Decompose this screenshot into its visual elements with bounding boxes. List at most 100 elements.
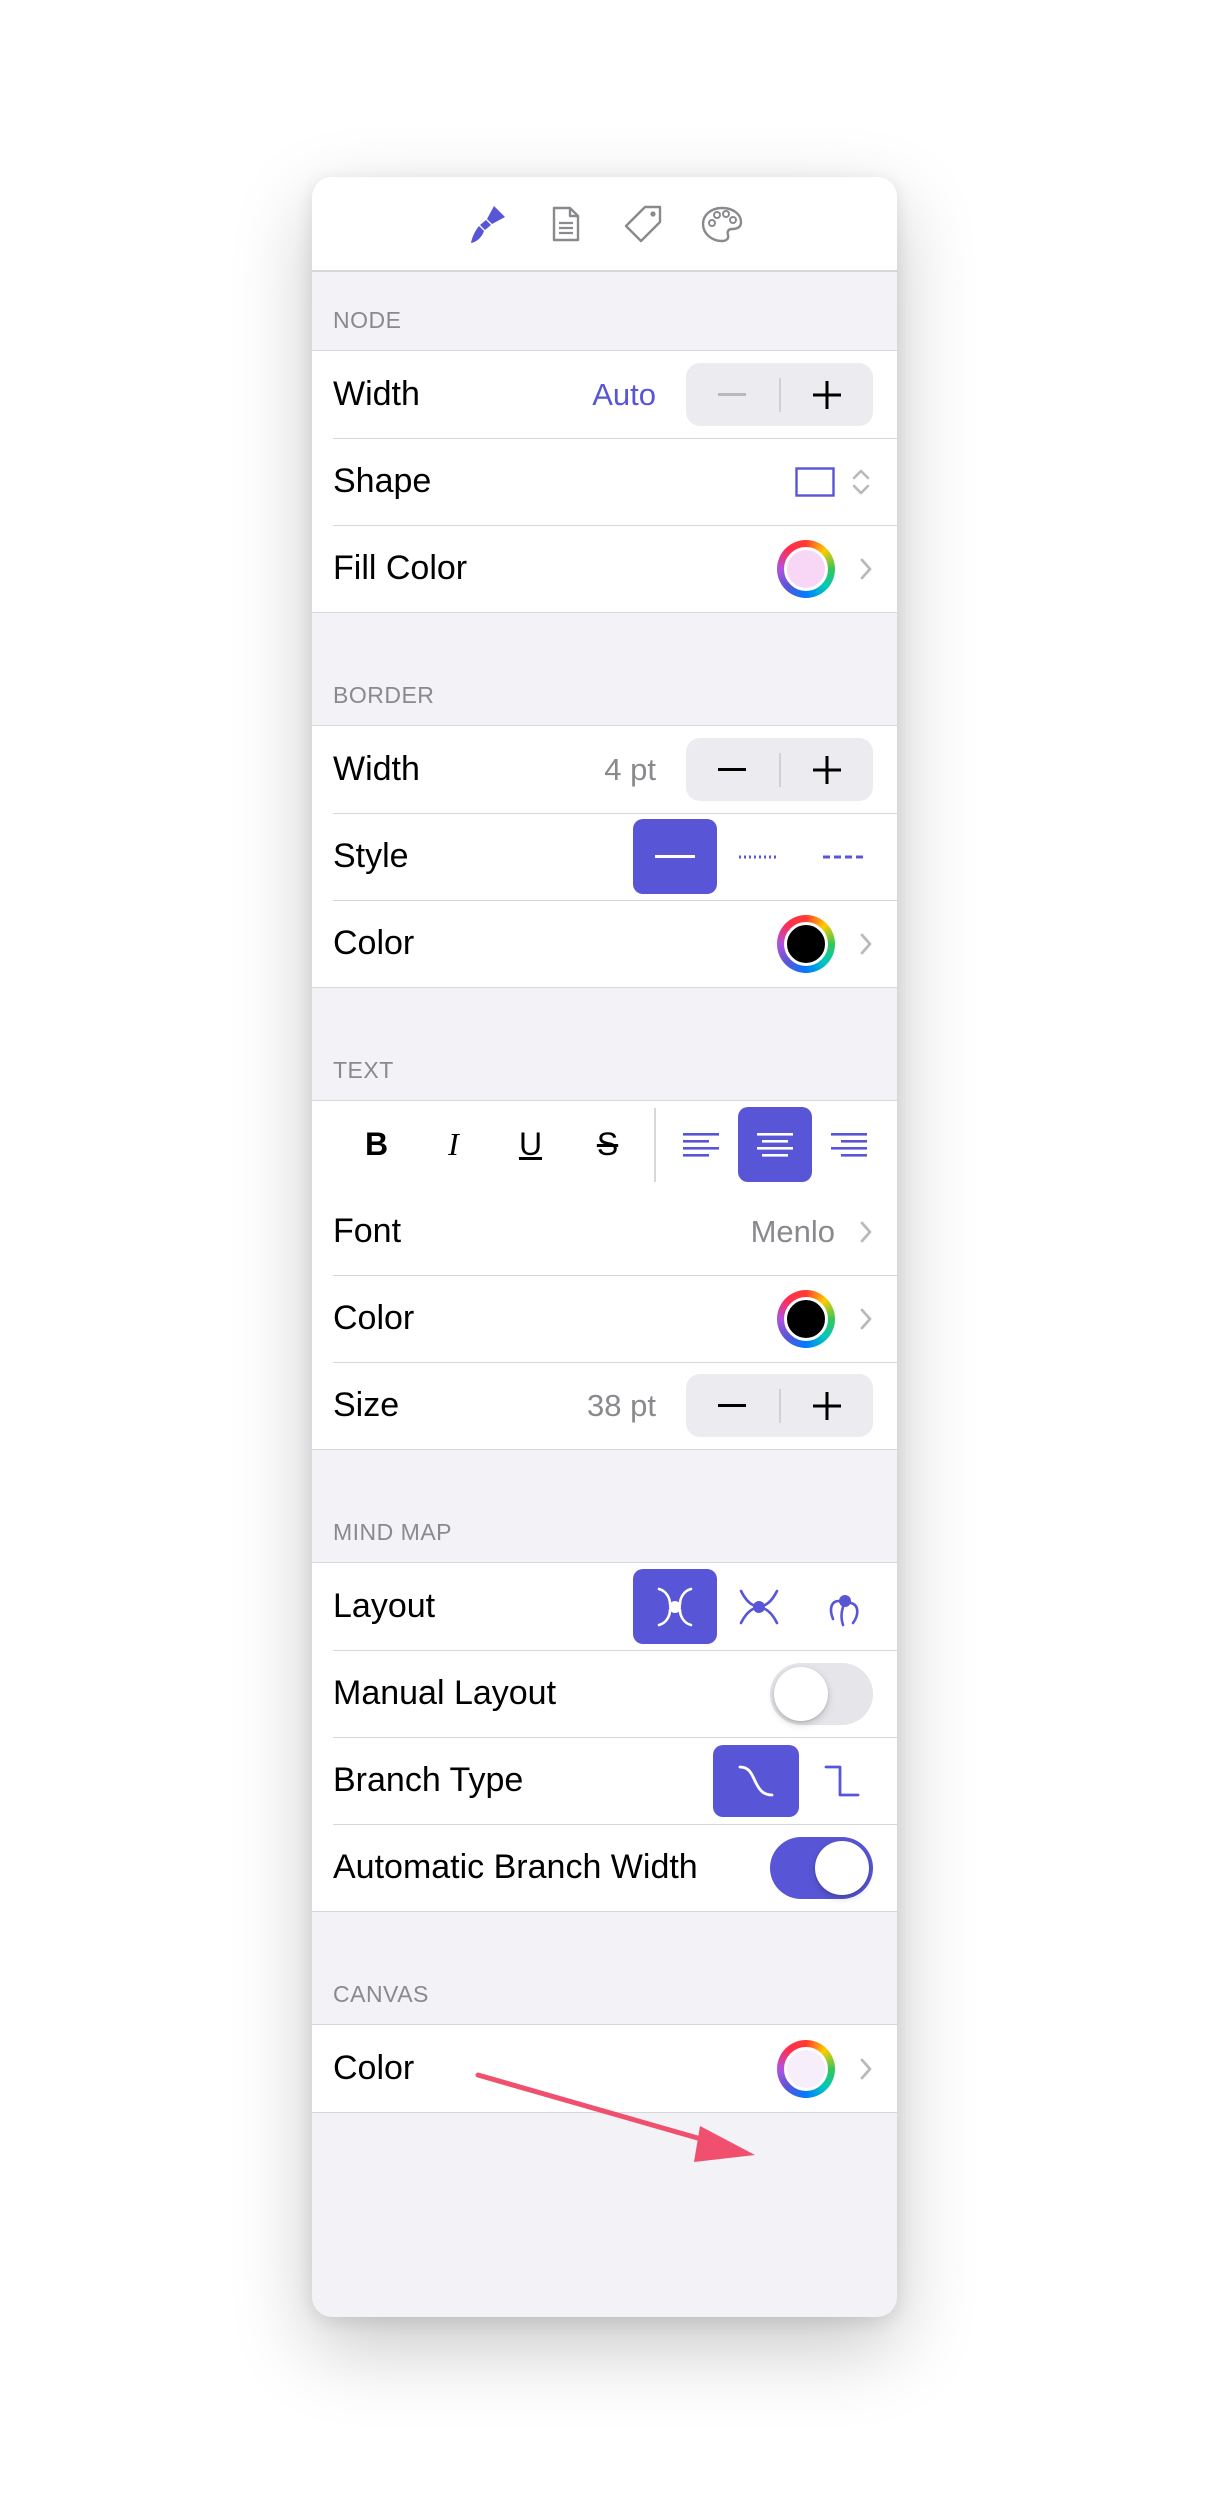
text-font-row[interactable]: Font Menlo [312, 1188, 897, 1275]
text-font-value: Menlo [750, 1213, 835, 1249]
node-group: Width Auto Shape Fill Color [312, 350, 897, 613]
text-size-label: Size [333, 1386, 400, 1424]
border-width-row: Width 4 pt [312, 726, 897, 813]
manual-layout-toggle[interactable] [770, 1662, 873, 1725]
auto-branch-width-toggle[interactable] [770, 1836, 873, 1899]
minus-icon [718, 1403, 747, 1407]
clockwise-layout-icon [829, 1594, 859, 1626]
text-group: B I U S Font Menlo Color Size 38 pt [312, 1100, 897, 1450]
align-left-icon [683, 1132, 719, 1157]
node-width-stepper [686, 363, 873, 426]
mind-map-section-header: MIND MAP [333, 1519, 452, 1545]
increment-button[interactable] [781, 363, 874, 426]
inspector-toolbar [312, 177, 897, 272]
branch-angled-button[interactable] [799, 1745, 885, 1817]
dashed-line-button[interactable] [801, 819, 885, 894]
border-color-well[interactable] [777, 914, 835, 973]
minus-icon [718, 767, 747, 771]
chevron-right-icon [849, 554, 873, 584]
text-section-header: TEXT [333, 1057, 394, 1083]
border-section-header: BORDER [333, 682, 435, 708]
node-width-row: Width Auto [312, 351, 897, 438]
layout-radial-button[interactable] [717, 1569, 801, 1644]
text-color-row[interactable]: Color [312, 1275, 897, 1362]
auto-branch-width-row: Automatic Branch Width [312, 1824, 897, 1911]
underline-button[interactable]: U [492, 1107, 569, 1182]
manual-layout-row: Manual Layout [312, 1650, 897, 1737]
chevron-right-icon [849, 1217, 873, 1247]
text-size-stepper [686, 1374, 873, 1437]
border-width-stepper [686, 738, 873, 801]
chevron-right-icon [849, 929, 873, 959]
node-shape-label: Shape [333, 462, 432, 500]
dashed-line-icon [823, 855, 863, 858]
document-icon[interactable] [541, 199, 591, 249]
text-size-value: 38 pt [587, 1387, 656, 1423]
curved-branch-icon [738, 1765, 774, 1796]
align-right-button[interactable] [812, 1107, 886, 1182]
rectangle-shape-icon [795, 466, 835, 497]
radial-layout-icon [739, 1589, 779, 1624]
annotation-arrow-icon [475, 2072, 755, 2162]
balanced-layout-icon [657, 1587, 693, 1626]
tag-icon[interactable] [619, 199, 669, 249]
plus-icon [812, 1391, 841, 1420]
border-color-label: Color [333, 924, 415, 962]
align-center-button[interactable] [738, 1107, 812, 1182]
plus-icon [812, 755, 841, 784]
canvas-color-well[interactable] [777, 2039, 835, 2098]
text-format-row: B I U S [312, 1101, 897, 1188]
canvas-section-header: CANVAS [333, 1981, 429, 2007]
border-group: Width 4 pt Style Color [312, 725, 897, 988]
chevron-right-icon [849, 1304, 873, 1334]
border-style-row: Style [312, 813, 897, 900]
decrement-button[interactable] [686, 363, 779, 426]
layout-row: Layout [312, 1563, 897, 1650]
solid-line-button[interactable] [633, 819, 717, 894]
chevron-up-down-icon [852, 469, 870, 494]
paintbrush-icon[interactable] [463, 199, 513, 249]
italic-button[interactable]: I [415, 1107, 492, 1182]
branch-curved-button[interactable] [713, 1744, 799, 1817]
node-fill-color-row[interactable]: Fill Color [312, 525, 897, 612]
decrement-button[interactable] [686, 738, 779, 801]
angled-branch-icon [824, 1765, 860, 1796]
border-width-label: Width [333, 750, 420, 788]
dotted-line-icon [739, 855, 779, 858]
plus-icon [812, 380, 841, 409]
chevron-right-icon [849, 2054, 873, 2084]
solid-line-icon [655, 854, 695, 858]
align-right-icon [831, 1132, 867, 1157]
palette-icon[interactable] [697, 199, 747, 249]
fill-color-well[interactable] [777, 539, 835, 598]
minus-icon [718, 392, 747, 396]
border-style-label: Style [333, 837, 409, 875]
bold-button[interactable]: B [338, 1107, 415, 1182]
text-size-row: Size 38 pt [312, 1362, 897, 1449]
increment-button[interactable] [781, 738, 874, 801]
auto-branch-width-label: Automatic Branch Width [333, 1848, 698, 1886]
divider [654, 1107, 656, 1182]
node-width-label: Width [333, 375, 420, 413]
border-width-value: 4 pt [604, 751, 656, 787]
manual-layout-label: Manual Layout [333, 1674, 557, 1712]
mind-map-group: Layout Manual Layout Branch Type Automat… [312, 1562, 897, 1912]
layout-clockwise-button[interactable] [801, 1569, 885, 1644]
border-color-row[interactable]: Color [312, 900, 897, 987]
text-font-label: Font [333, 1212, 402, 1250]
layout-balanced-button[interactable] [633, 1569, 717, 1644]
node-shape-row[interactable]: Shape [312, 438, 897, 525]
branch-type-label: Branch Type [333, 1761, 524, 1799]
strikethrough-button[interactable]: S [569, 1107, 646, 1182]
text-color-well[interactable] [777, 1289, 835, 1348]
align-center-icon [757, 1132, 793, 1157]
decrement-button[interactable] [686, 1374, 779, 1437]
align-left-button[interactable] [664, 1107, 738, 1182]
layout-label: Layout [333, 1587, 436, 1625]
node-width-value[interactable]: Auto [592, 377, 656, 413]
node-fill-color-label: Fill Color [333, 549, 468, 587]
branch-type-row: Branch Type [312, 1737, 897, 1824]
text-color-label: Color [333, 1299, 415, 1337]
dotted-line-button[interactable] [717, 819, 801, 894]
increment-button[interactable] [781, 1374, 874, 1437]
